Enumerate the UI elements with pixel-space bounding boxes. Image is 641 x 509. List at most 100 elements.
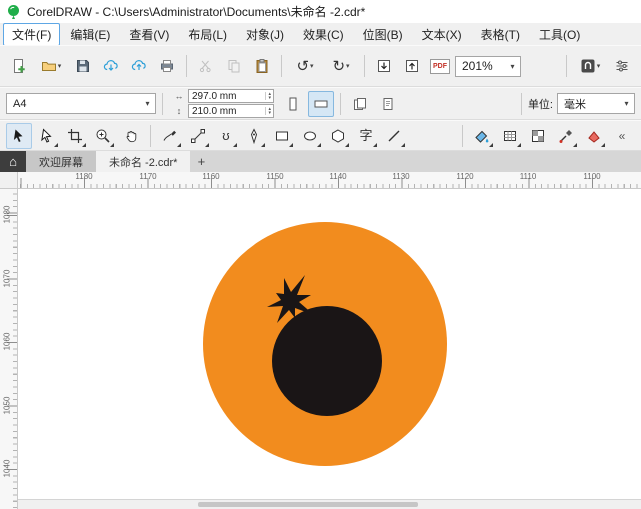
menu-bitmaps[interactable]: 位图(B) xyxy=(354,23,412,46)
current-page-button[interactable] xyxy=(375,91,401,117)
all-pages-button[interactable] xyxy=(347,91,373,117)
rectangle-icon xyxy=(276,131,288,140)
snap-to-button[interactable]: ▾ xyxy=(573,53,607,79)
print-button[interactable] xyxy=(154,53,180,79)
chevron-down-icon: ▾ xyxy=(624,99,629,108)
chevron-down-icon: ▾ xyxy=(145,99,150,108)
tab-welcome-screen[interactable]: 欢迎屏幕 xyxy=(26,151,96,172)
smart-fill-tool[interactable] xyxy=(581,123,607,149)
artistic-media-tool[interactable]: ʊ xyxy=(213,123,239,149)
menu-object[interactable]: 对象(J) xyxy=(237,23,293,46)
tab-document[interactable]: 未命名 -2.cdr* xyxy=(96,151,191,172)
interactive-fill-tool[interactable] xyxy=(469,123,495,149)
bezier-nodes-icon xyxy=(191,128,205,143)
line-tool[interactable] xyxy=(381,123,407,149)
new-tab-button[interactable]: + xyxy=(190,151,212,172)
menu-file[interactable]: 文件(F) xyxy=(3,22,61,46)
drawing-canvas[interactable] xyxy=(18,189,641,509)
freehand-tool[interactable] xyxy=(157,123,183,149)
menu-view[interactable]: 查看(V) xyxy=(120,23,178,46)
save-icon xyxy=(77,60,89,72)
standard-toolbar: ▾ ↺ ▾ ↻ ▾ PDF 201% ▾ ▾ xyxy=(0,45,641,87)
ruler-label: 1140 xyxy=(329,172,347,181)
open-document-button[interactable]: ▾ xyxy=(34,53,68,79)
coreldraw-window: CorelDRAW - C:\Users\Administrator\Docum… xyxy=(0,0,641,509)
page-size-combo[interactable]: A4 ▾ xyxy=(6,93,156,114)
copy-icon xyxy=(228,60,240,73)
text-tool[interactable]: 字 xyxy=(353,123,379,149)
zoom-level-value: 201% xyxy=(462,59,493,73)
page-size-value: A4 xyxy=(13,97,27,110)
page-height-field[interactable]: 210.0 mm ▴ ▾ xyxy=(188,104,274,118)
units-label: 单位: xyxy=(527,98,553,111)
home-tab-button[interactable]: ⌂ xyxy=(0,151,26,172)
units-combo[interactable]: 毫米 ▾ xyxy=(557,93,635,114)
cut-button[interactable] xyxy=(193,53,219,79)
pdf-icon: PDF xyxy=(430,58,450,74)
paste-button[interactable] xyxy=(249,53,275,79)
undo-button[interactable]: ↺ ▾ xyxy=(288,53,322,79)
shape-arrow-icon xyxy=(41,127,52,143)
bezier-tool[interactable] xyxy=(185,123,211,149)
import-button[interactable] xyxy=(371,53,397,79)
transparency-tool[interactable] xyxy=(525,123,551,149)
collapse-chevrons-icon: « xyxy=(618,128,626,143)
portrait-button[interactable] xyxy=(280,91,306,117)
ruler-origin-corner[interactable] xyxy=(0,172,18,189)
publish-to-pdf-button[interactable]: PDF xyxy=(427,53,453,79)
pick-tool[interactable] xyxy=(6,122,32,149)
toolbar-separator xyxy=(520,92,522,115)
scrollbar-thumb[interactable] xyxy=(198,502,418,507)
title-bar: CorelDRAW - C:\Users\Administrator\Docum… xyxy=(0,0,641,23)
landscape-button[interactable] xyxy=(308,90,334,117)
open-from-cloud-button[interactable] xyxy=(98,53,124,79)
menu-effects[interactable]: 效果(C) xyxy=(294,23,353,46)
menu-tools[interactable]: 工具(O) xyxy=(530,23,589,46)
pan-tool[interactable] xyxy=(118,123,144,149)
page-width-field[interactable]: 297.0 mm ▴ ▾ xyxy=(188,89,274,103)
window-title: CorelDRAW - C:\Users\Administrator\Docum… xyxy=(27,5,366,19)
black-circle-shape[interactable] xyxy=(272,306,382,416)
ruler-label: 1160 xyxy=(202,172,220,181)
zoom-tool[interactable] xyxy=(90,123,116,149)
horizontal-ruler[interactable]: 1180 1170 1160 1150 1140 1130 1120 1110 … xyxy=(18,172,641,189)
page-dimensions: ↔ 297.0 mm ▴ ▾ ↕ 210.0 mm ▴ ▾ xyxy=(173,89,274,118)
spinner-icon[interactable]: ▴ ▾ xyxy=(265,92,273,101)
drawing-surface xyxy=(203,222,447,466)
new-document-button[interactable] xyxy=(6,53,32,79)
polygon-tool[interactable] xyxy=(325,123,351,149)
toolbar-separator xyxy=(186,55,187,77)
ruler-label: 1120 xyxy=(456,172,474,181)
toolbox-collapse-button[interactable]: « xyxy=(609,123,635,149)
mesh-fill-tool[interactable] xyxy=(497,123,523,149)
shape-tool[interactable] xyxy=(34,123,60,149)
undo-icon: ↺ xyxy=(296,57,310,75)
ruler-label: 1080 xyxy=(2,205,12,224)
pen-tool[interactable] xyxy=(241,123,267,149)
polygon-icon xyxy=(332,128,344,143)
open-folder-icon xyxy=(41,62,56,71)
menu-edit[interactable]: 编辑(E) xyxy=(61,23,119,46)
color-eyedropper-tool[interactable] xyxy=(553,123,579,149)
horizontal-scrollbar[interactable] xyxy=(18,499,641,509)
spinner-icon[interactable]: ▴ ▾ xyxy=(265,107,273,116)
ellipse-tool[interactable] xyxy=(297,123,323,149)
ruler-row: 1180 1170 1160 1150 1140 1130 1120 1110 … xyxy=(0,172,641,189)
rectangle-tool[interactable] xyxy=(269,123,295,149)
copy-button[interactable] xyxy=(221,53,247,79)
vertical-ruler[interactable]: 1080 1070 1060 1050 1040 xyxy=(0,189,18,509)
toolbar-separator xyxy=(281,55,282,77)
line-icon xyxy=(388,130,400,141)
zoom-level-combo[interactable]: 201% ▾ xyxy=(455,55,521,77)
menu-layout[interactable]: 布局(L) xyxy=(179,23,236,46)
chevron-down-icon: ▾ xyxy=(310,62,314,70)
save-button[interactable] xyxy=(70,53,96,79)
export-button[interactable] xyxy=(399,53,425,79)
save-to-cloud-button[interactable] xyxy=(126,53,152,79)
tab-label: 未命名 -2.cdr* xyxy=(109,156,178,169)
crop-tool[interactable] xyxy=(62,123,88,149)
menu-table[interactable]: 表格(T) xyxy=(472,23,529,46)
redo-button[interactable]: ↻ ▾ xyxy=(324,53,358,79)
options-button[interactable] xyxy=(609,53,635,79)
menu-text[interactable]: 文本(X) xyxy=(413,23,471,46)
